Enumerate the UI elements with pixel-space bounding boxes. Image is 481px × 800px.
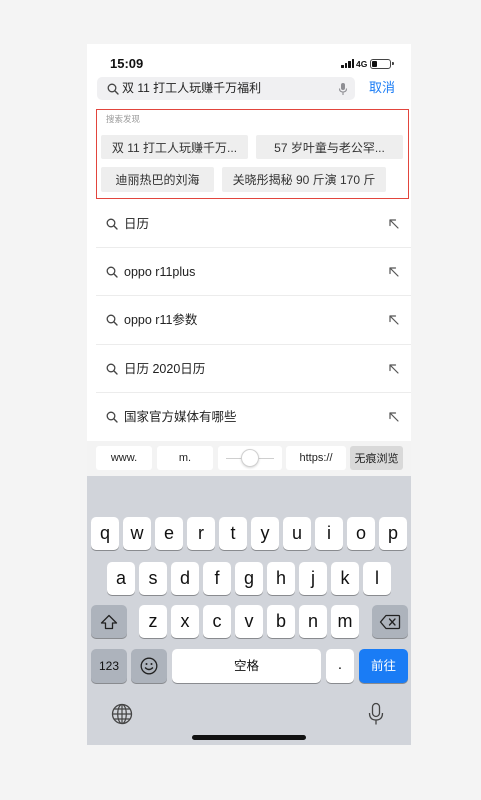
key-g[interactable]: g xyxy=(235,562,263,595)
search-icon xyxy=(106,363,118,375)
search-icon xyxy=(106,314,118,327)
shortcut-www-button[interactable]: www. xyxy=(96,446,152,470)
key-m[interactable]: m xyxy=(331,605,359,638)
go-key[interactable]: 前往 xyxy=(359,649,408,683)
shift-arrow-icon xyxy=(100,614,118,629)
key-n[interactable]: n xyxy=(299,605,327,638)
suggestion-item[interactable]: 国家官方媒体有哪些 xyxy=(96,393,411,441)
status-indicators: 4G xyxy=(341,58,394,69)
key-i[interactable]: i xyxy=(315,517,343,550)
key-q[interactable]: q xyxy=(91,517,119,550)
shortcut-https-button[interactable]: https:// xyxy=(286,446,346,470)
suggestion-item[interactable]: 日历 xyxy=(96,200,411,249)
shift-key[interactable] xyxy=(91,605,127,638)
signal-bar xyxy=(348,61,351,68)
period-key[interactable]: . xyxy=(326,649,354,683)
home-indicator[interactable] xyxy=(192,735,306,740)
key-s[interactable]: s xyxy=(139,562,167,595)
search-discover-panel: 搜索发现 双 11 打工人玩赚千万... 57 岁叶童与老公罕... 迪丽热巴的… xyxy=(96,109,409,199)
battery-icon xyxy=(370,58,394,69)
key-c[interactable]: c xyxy=(203,605,231,638)
suggestion-list: 日历 oppo r11plus oppo r11参数 日历 2020日历 国家官 xyxy=(96,200,411,441)
keyboard-row-2: a s d f g h j k l xyxy=(107,562,391,595)
key-w[interactable]: w xyxy=(123,517,151,550)
microphone-icon[interactable] xyxy=(338,82,348,96)
suggestion-text: 国家官方媒体有哪些 xyxy=(124,409,237,424)
key-l[interactable]: l xyxy=(363,562,391,595)
key-a[interactable]: a xyxy=(107,562,135,595)
search-icon xyxy=(106,266,118,278)
key-t[interactable]: t xyxy=(219,517,247,550)
key-p[interactable]: p xyxy=(379,517,407,550)
key-f[interactable]: f xyxy=(203,562,231,595)
key-j[interactable]: j xyxy=(299,562,327,595)
page-background: 15:09 4G 双 11 打工人玩赚千万福利 取消 搜索发现 双 11 打工人… xyxy=(0,0,481,800)
status-time: 15:09 xyxy=(110,56,144,71)
search-icon xyxy=(106,411,118,423)
shortcut-m-button[interactable]: m. xyxy=(157,446,213,470)
key-d[interactable]: d xyxy=(171,562,199,595)
search-query-text: 双 11 打工人玩赚千万福利 xyxy=(122,81,262,95)
cancel-button[interactable]: 取消 xyxy=(369,80,395,96)
url-shortcut-bar: www. m. https:// 无痕浏览 xyxy=(87,441,411,476)
discover-chip[interactable]: 57 岁叶童与老公罕... xyxy=(256,135,403,159)
suggestion-item[interactable]: oppo r11参数 xyxy=(96,296,411,345)
emoji-face-icon xyxy=(140,657,158,675)
status-bar: 15:09 4G xyxy=(87,44,411,74)
key-r[interactable]: r xyxy=(187,517,215,550)
slider-knob[interactable] xyxy=(241,449,259,467)
microphone-icon[interactable] xyxy=(368,702,384,726)
numbers-key[interactable]: 123 xyxy=(91,649,127,683)
search-icon xyxy=(107,83,119,95)
cursor-slider[interactable] xyxy=(218,446,282,470)
key-o[interactable]: o xyxy=(347,517,375,550)
suggestion-text: oppo r11plus xyxy=(124,265,196,280)
suggestion-item[interactable]: oppo r11plus xyxy=(96,248,411,297)
signal-bar xyxy=(341,65,344,68)
emoji-key[interactable] xyxy=(131,649,167,683)
backspace-icon xyxy=(379,614,401,629)
arrow-up-left-icon[interactable] xyxy=(388,411,399,422)
key-b[interactable]: b xyxy=(267,605,295,638)
arrow-up-left-icon[interactable] xyxy=(388,218,399,229)
suggestion-text: 日历 2020日历 xyxy=(124,361,206,376)
keyboard-row-1: q w e r t y u i o p xyxy=(91,517,407,550)
suggestion-text: 日历 xyxy=(124,217,150,231)
key-e[interactable]: e xyxy=(155,517,183,550)
keyboard-row-3: z x c v b n m xyxy=(139,605,359,638)
discover-chip[interactable]: 双 11 打工人玩赚千万... xyxy=(101,135,248,159)
suggestion-item[interactable]: 日历 2020日历 xyxy=(96,345,411,393)
phone-screen: 15:09 4G 双 11 打工人玩赚千万福利 取消 搜索发现 双 11 打工人… xyxy=(87,44,411,745)
signal-bar xyxy=(344,63,347,68)
discover-chip[interactable]: 迪丽热巴的刘海 xyxy=(101,167,214,192)
discover-chip[interactable]: 关晓彤揭秘 90 斤演 170 斤 xyxy=(222,167,386,192)
signal-bar xyxy=(351,59,354,68)
key-x[interactable]: x xyxy=(171,605,199,638)
backspace-key[interactable] xyxy=(372,605,408,638)
arrow-up-left-icon[interactable] xyxy=(388,314,399,325)
network-type: 4G xyxy=(356,58,368,69)
incognito-button[interactable]: 无痕浏览 xyxy=(350,446,403,470)
key-y[interactable]: y xyxy=(251,517,279,550)
discover-title: 搜索发现 xyxy=(106,114,141,124)
battery-level xyxy=(372,60,378,67)
key-k[interactable]: k xyxy=(331,562,359,595)
search-icon xyxy=(106,218,118,230)
key-h[interactable]: h xyxy=(267,562,295,595)
arrow-up-left-icon[interactable] xyxy=(388,266,399,277)
key-z[interactable]: z xyxy=(139,605,167,638)
arrow-up-left-icon[interactable] xyxy=(388,363,399,374)
suggestion-text: oppo r11参数 xyxy=(124,313,198,328)
key-v[interactable]: v xyxy=(235,605,263,638)
search-input[interactable]: 双 11 打工人玩赚千万福利 xyxy=(97,77,355,100)
space-key[interactable]: 空格 xyxy=(172,649,321,683)
globe-icon[interactable] xyxy=(111,703,133,725)
key-u[interactable]: u xyxy=(283,517,311,550)
keyboard: q w e r t y u i o p a s d f g h j k l z … xyxy=(87,476,411,745)
cellular-signal-icon xyxy=(341,59,354,68)
